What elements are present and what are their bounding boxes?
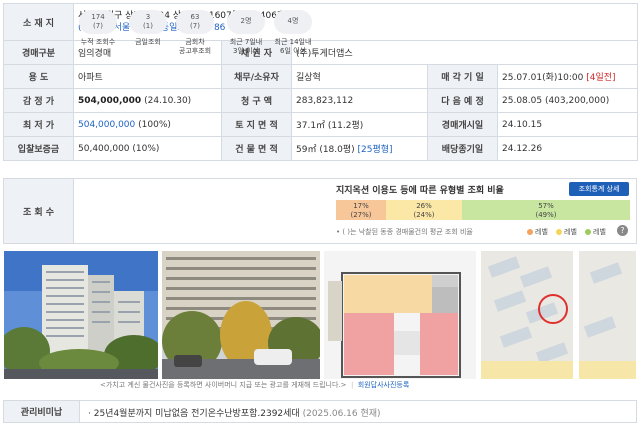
photo-apartment-1[interactable]: [4, 251, 158, 379]
ratio-bar-2: 26% (24%): [386, 200, 462, 220]
start-date-value: 24.10.15: [496, 112, 639, 137]
stat-7day-users-caption: 최근 7일내 3일 이상: [229, 38, 263, 55]
deposit-label: 입찰보증금: [3, 136, 74, 161]
row-appraisal: 감 정 가 504,000,000 (24.10.30) 청 구 액 283,8…: [3, 88, 639, 113]
views-label: 조 회 수: [4, 179, 74, 243]
next-sale-label: 다 음 예 정: [427, 88, 498, 113]
management-fee-label: 관리비미납: [4, 401, 80, 422]
row-deposit: 입찰보증금 50,400,000 (10%) 건 물 면 적 59㎡ (18.0…: [3, 136, 639, 161]
stat-round-views-caption: 금회차 공고후조회: [178, 38, 212, 55]
management-fee-date: (2025.06.16 현재): [302, 409, 381, 419]
help-icon[interactable]: ?: [617, 225, 628, 236]
stat-7day-users: 2명: [227, 10, 265, 34]
stat-round-views: 63 (7): [176, 10, 214, 34]
usage-value: 아파트: [73, 64, 222, 89]
debtor-label: 채무/소유자: [221, 64, 292, 89]
view-stats-detail-button[interactable]: 조회통계 상세: [569, 182, 629, 196]
pyeong-link[interactable]: [25평형]: [358, 145, 393, 155]
dividend-label: 배당종기일: [427, 136, 498, 161]
dday-badge: [4일전]: [586, 73, 616, 83]
location-label: 소 재 지: [3, 3, 74, 41]
next-sale-value: 25.08.05 (403,200,000): [496, 88, 639, 113]
legend-3: 레벨: [585, 227, 606, 237]
legend-dot-icon: [527, 229, 533, 235]
usage-label: 용 도: [3, 64, 74, 89]
ratio-bar-3: 57% (49%): [462, 200, 630, 220]
management-fee-section: 관리비미납 · 25년4월분까지 미납없음 전기온수난방포함.2392세대 (2…: [3, 400, 637, 423]
ratio-title: 지지옥션 이용도 등에 따른 유형별 조회 비율: [336, 186, 504, 196]
building-area-label: 건 물 면 적: [221, 136, 292, 161]
management-fee-value: · 25년4월분까지 미납없음 전기온수난방포함.2392세대 (2025.06…: [88, 409, 381, 419]
ratio-bar-1: 17% (27%): [336, 200, 386, 220]
building-area-value: 59㎡ (18.0평) [25평형]: [291, 136, 428, 161]
stat-14day-users: 4명: [274, 10, 312, 34]
stat-total-views: 174 (7): [79, 10, 117, 34]
deposit-value: 50,400,000 (10%): [73, 136, 222, 161]
stat-today-views-caption: 금일조회: [135, 38, 161, 46]
auction-type-label: 경매구분: [3, 40, 74, 65]
legend-2: 레벨: [556, 227, 577, 237]
legend-dot-icon: [556, 229, 562, 235]
photo-location-map[interactable]: [481, 251, 636, 379]
claim-value: 283,823,112: [291, 88, 428, 113]
register-photo-link[interactable]: 회원답사사진등록: [358, 381, 410, 389]
row-usage: 용 도 아파트 채무/소유자 길상혁 매 각 기 일 25.07.01(화)10…: [3, 64, 639, 89]
legend-1: 레벨: [527, 227, 548, 237]
stat-today-views: 3 (1): [129, 10, 167, 34]
appraisal-value: 504,000,000 (24.10.30): [73, 88, 222, 113]
land-area-value: 37.1㎡ (11.2평): [291, 112, 428, 137]
minimum-label: 최 저 가: [3, 112, 74, 137]
claim-label: 청 구 액: [221, 88, 292, 113]
legend-dot-icon: [585, 229, 591, 235]
photo-caption: <가치고 계신 물건사진을 등록하면 사이버머니 지급 또는 광고를 게재해 드…: [100, 381, 410, 389]
photo-floor-plan[interactable]: [324, 251, 476, 379]
stat-total-views-caption: 누적 조회수: [80, 38, 116, 46]
creditor-value: (주)투게더앱스: [290, 40, 639, 65]
minimum-value: 504,000,000 (100%): [73, 112, 222, 137]
sale-date-value: 25.07.01(화)10:00 [4일전]: [496, 64, 639, 89]
dividend-value: 24.12.26: [496, 136, 639, 161]
photo-apartment-2[interactable]: [162, 251, 320, 379]
land-area-label: 토 지 면 적: [221, 112, 292, 137]
debtor-value: 길상혁: [291, 64, 428, 89]
sale-date-label: 매 각 기 일: [427, 64, 498, 89]
ratio-note: • ( )는 낙찰된 동종 경매물건의 평균 조회 비율: [336, 228, 473, 236]
appraisal-label: 감 정 가: [3, 88, 74, 113]
row-minimum: 최 저 가 504,000,000 (100%) 토 지 면 적 37.1㎡ (…: [3, 112, 639, 137]
start-date-label: 경매개시일: [427, 112, 498, 137]
stat-14day-users-caption: 최근 14일내 6일 이상: [274, 38, 312, 55]
